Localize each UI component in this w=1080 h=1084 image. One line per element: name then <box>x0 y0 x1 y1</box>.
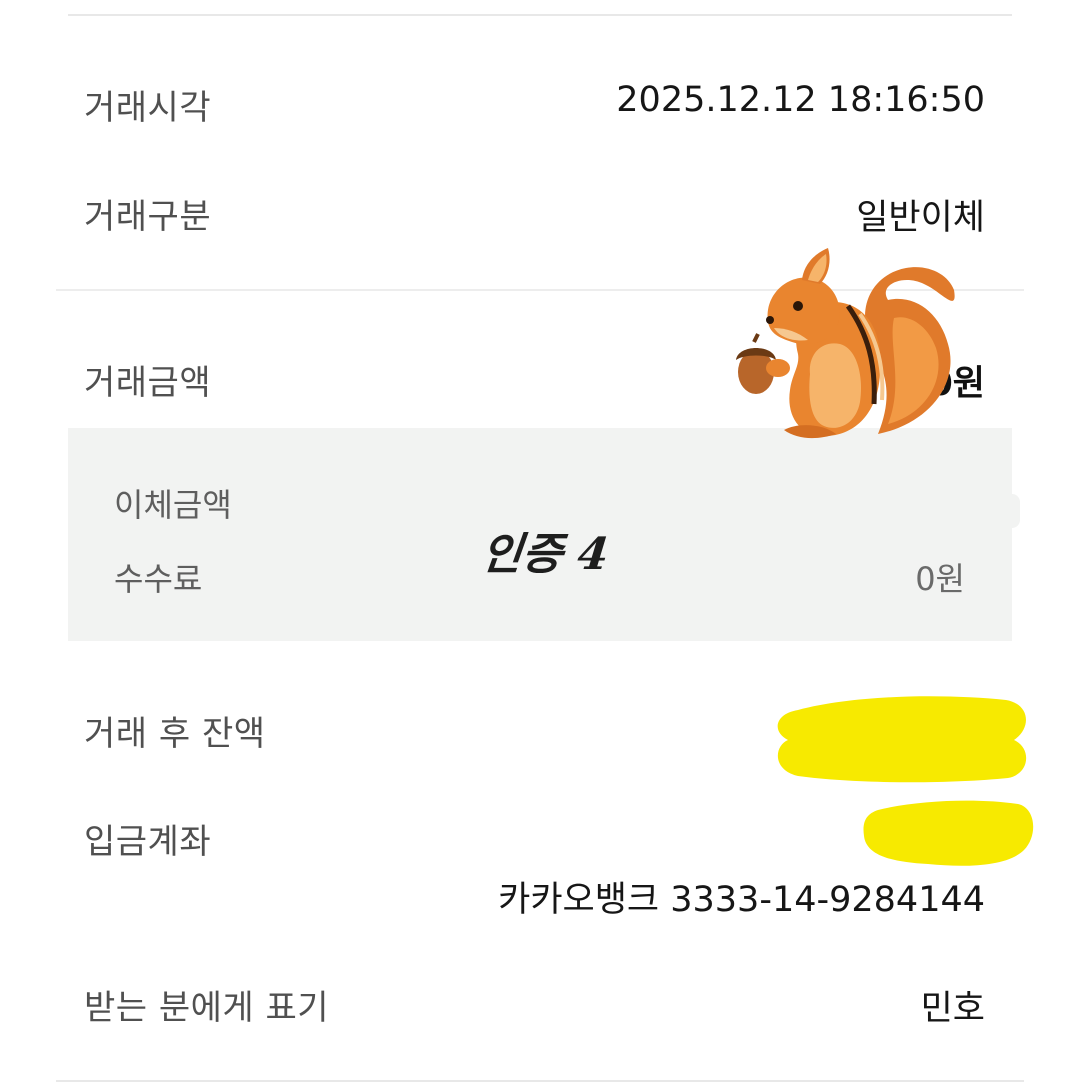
recipient-memo-label: 받는 분에게 표기 <box>84 988 330 1028</box>
transaction-type-value: 일반이체 <box>856 198 985 238</box>
verification-watermark: 인증 4 <box>478 529 612 580</box>
transaction-time-value: 2025.12.12 18:16:50 <box>616 80 985 120</box>
transfer-amount-label: 이체금액 <box>114 486 232 524</box>
account-redaction-mark <box>863 800 1034 866</box>
top-divider <box>68 14 1012 16</box>
fee-value: 0원 <box>915 560 965 598</box>
balance-after-label: 거래 후 잔액 <box>84 714 266 754</box>
fee-label: 수수료 <box>114 560 203 598</box>
balance-redaction-mark <box>777 696 1027 783</box>
squirrel-sticker-icon <box>736 248 955 439</box>
panel-edge-dot <box>1012 494 1020 528</box>
transaction-amount-label: 거래금액 <box>84 363 212 403</box>
transaction-type-label: 거래구분 <box>84 197 212 237</box>
transaction-time-label: 거래시각 <box>84 88 212 128</box>
deposit-account-value: 카카오뱅크 3333-14-9284144 <box>498 880 985 920</box>
recipient-memo-value: 민호 <box>920 989 985 1029</box>
deposit-account-label: 입금계좌 <box>84 822 212 862</box>
bottom-divider <box>56 1080 1024 1082</box>
